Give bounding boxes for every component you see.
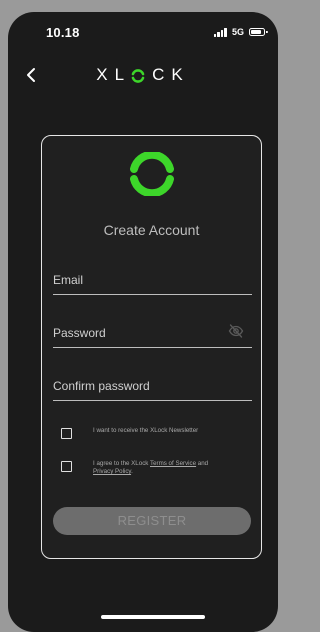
create-account-card: Create Account I want to receive the XLo… bbox=[41, 135, 262, 559]
signal-bars-icon bbox=[213, 27, 227, 37]
network-label: 5G bbox=[231, 27, 244, 37]
email-input[interactable] bbox=[53, 268, 252, 292]
register-button[interactable]: REGISTER bbox=[53, 507, 251, 535]
battery-icon bbox=[249, 28, 268, 36]
phone-screen: 10.18 5G XL CK Create Account Email I wa… bbox=[8, 12, 278, 632]
nav-bar: XL CK bbox=[8, 60, 278, 90]
terms-label: I agree to the XLock Terms of Service an… bbox=[93, 460, 208, 476]
brand-text-left: XL bbox=[96, 65, 132, 84]
terms-prefix: I agree to the XLock bbox=[93, 460, 150, 467]
eye-off-icon[interactable] bbox=[228, 324, 244, 338]
privacy-policy-link[interactable]: Privacy Policy bbox=[93, 468, 131, 475]
brand-text-right: CK bbox=[152, 65, 190, 84]
terms-of-service-link[interactable]: Terms of Service bbox=[150, 460, 196, 467]
newsletter-label: I want to receive the XLock Newsletter bbox=[93, 427, 199, 434]
terms-middle: and bbox=[196, 460, 209, 467]
confirm-password-input[interactable] bbox=[53, 374, 252, 398]
newsletter-checkbox[interactable] bbox=[61, 428, 72, 439]
newsletter-option: I want to receive the XLock Newsletter bbox=[61, 427, 251, 439]
status-bar: 10.18 5G bbox=[8, 12, 278, 50]
xlock-logo-icon bbox=[130, 152, 174, 196]
terms-option: I agree to the XLock Terms of Service an… bbox=[61, 460, 251, 476]
brand-logo: XL CK bbox=[8, 65, 278, 85]
confirm-password-field bbox=[53, 374, 252, 401]
terms-checkbox[interactable] bbox=[61, 461, 72, 472]
status-indicators: 5G bbox=[213, 27, 268, 37]
email-field bbox=[53, 268, 252, 295]
password-input[interactable] bbox=[53, 321, 252, 345]
page-title: Create Account bbox=[103, 222, 200, 238]
status-time: 10.18 bbox=[46, 25, 80, 40]
home-indicator bbox=[101, 615, 205, 619]
terms-suffix: . bbox=[131, 468, 133, 475]
password-field bbox=[53, 321, 252, 348]
xlock-o-icon bbox=[131, 68, 145, 83]
